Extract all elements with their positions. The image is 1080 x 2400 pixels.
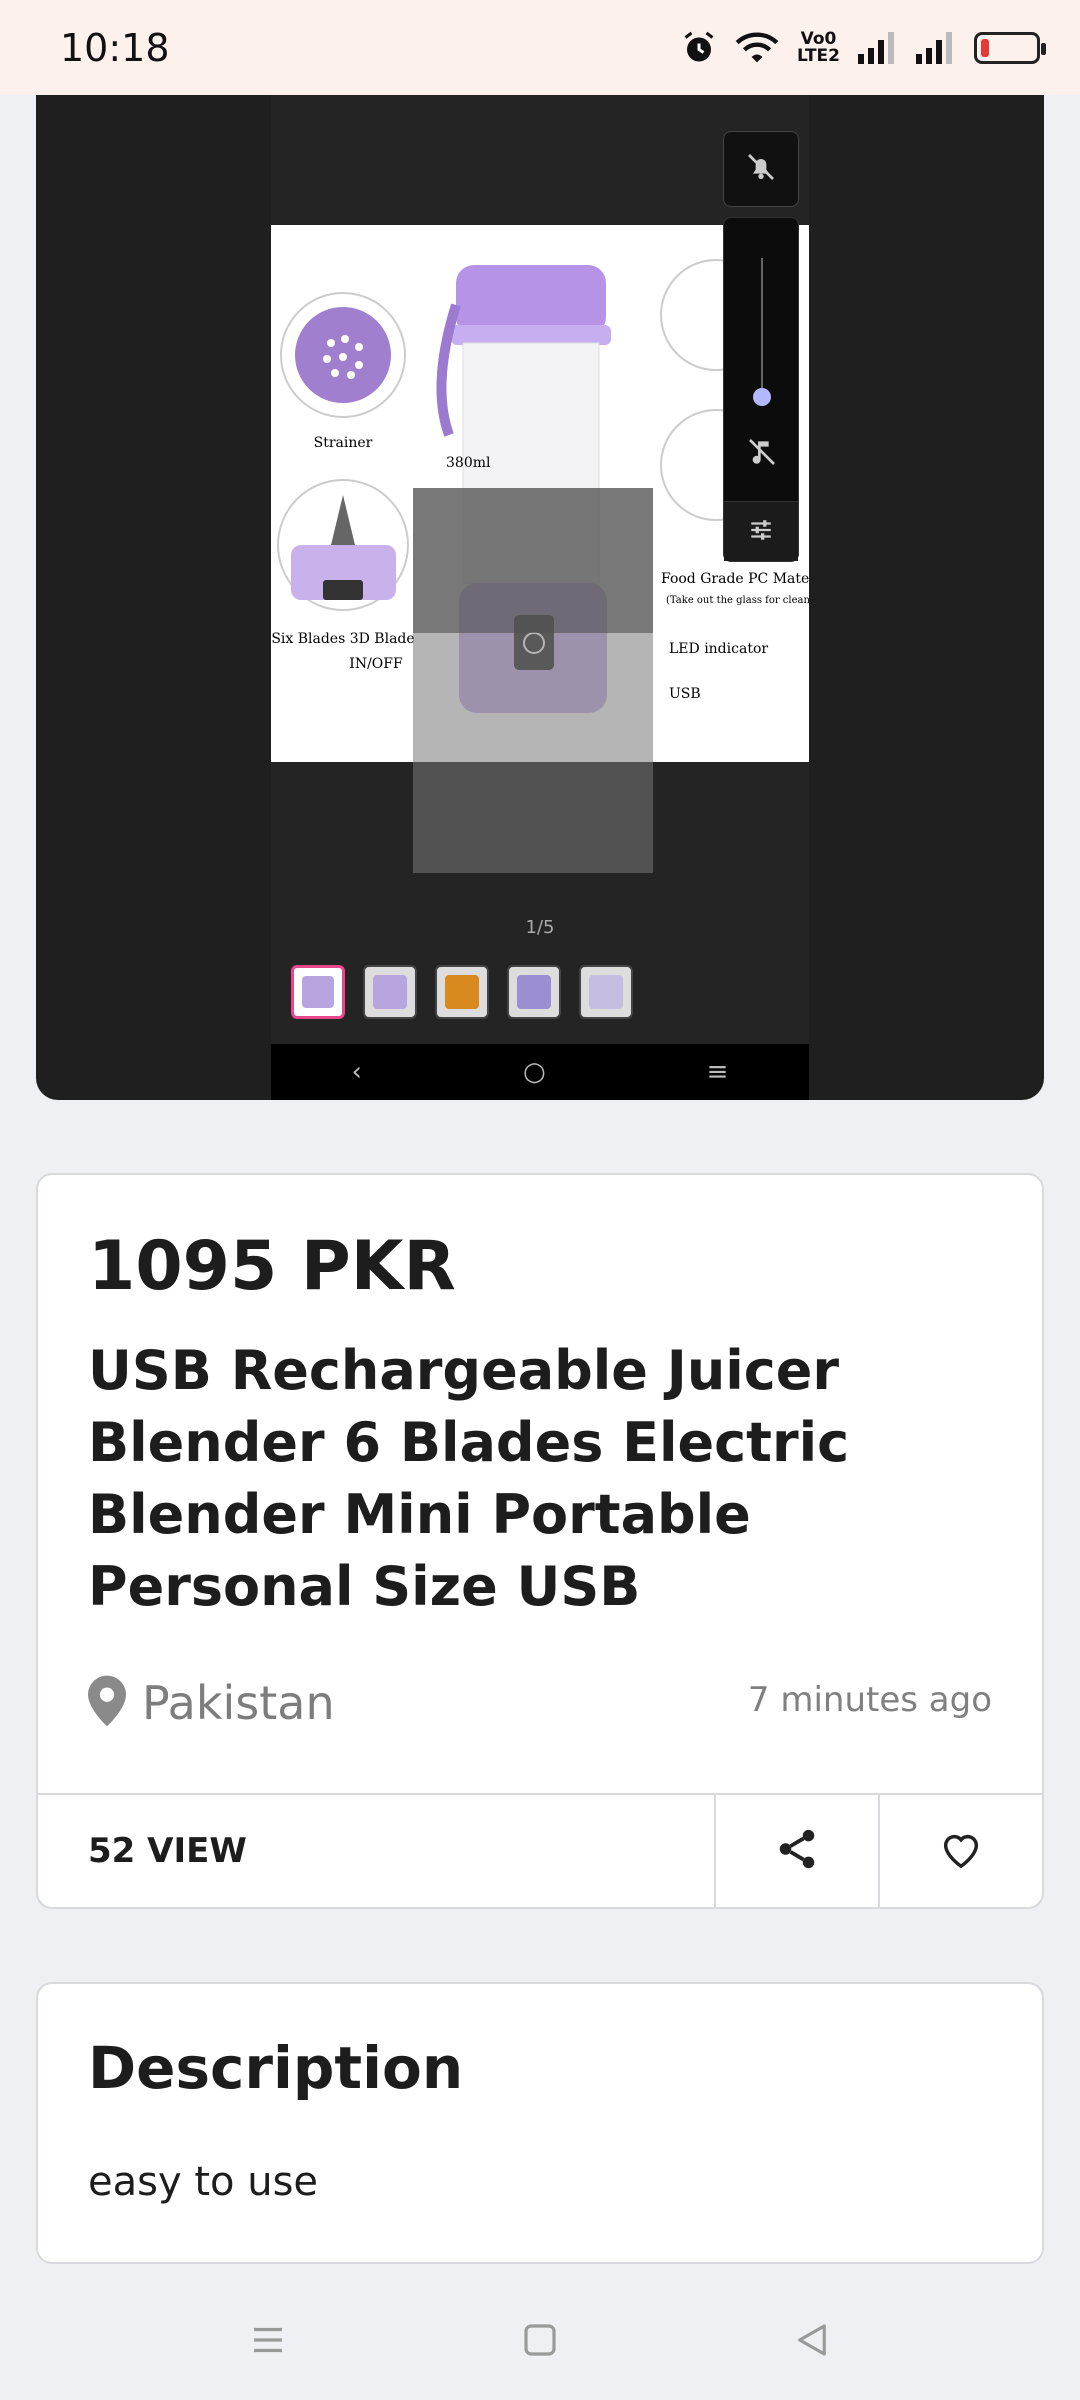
status-bar: 10:18 Vo0 LTE2 <box>0 0 1080 95</box>
location-text: Pakistan <box>142 1676 335 1730</box>
triangle-back-icon[interactable] <box>791 2319 833 2361</box>
volume-track[interactable] <box>761 258 763 398</box>
thumbnail-3[interactable] <box>435 965 489 1019</box>
signal-icon-sim1 <box>858 31 898 64</box>
product-image-gallery[interactable]: Strainer Six Blades 3D Blade IN/OFF 380m… <box>36 95 1044 1100</box>
description-text: easy to use <box>88 2159 319 2205</box>
svg-text:380ml: 380ml <box>446 455 491 471</box>
product-actions: 52 VIEW <box>38 1793 1042 1907</box>
status-icons: Vo0 LTE2 <box>681 28 1046 66</box>
favorite-button[interactable] <box>878 1795 1042 1907</box>
thumbnail-5[interactable] <box>579 965 633 1019</box>
description-card: Description easy to use <box>36 1982 1044 2264</box>
status-time: 10:18 <box>60 25 170 70</box>
product-title: USB Rechargeable Juicer Blender 6 Blades… <box>88 1339 850 1618</box>
product-info-card: 1095 PKR USB Rechargeable Juicer Blender… <box>36 1173 1044 1909</box>
product-price: 1095 PKR <box>88 1227 456 1306</box>
description-heading: Description <box>88 2034 464 2102</box>
view-count: 52 VIEW <box>88 1831 247 1871</box>
share-icon <box>774 1826 820 1876</box>
floating-preview-header <box>413 488 653 633</box>
map-pin-icon <box>88 1675 126 1731</box>
product-location: Pakistan <box>88 1675 335 1731</box>
signal-icon-sim2 <box>916 31 956 64</box>
svg-text:Strainer: Strainer <box>314 435 373 451</box>
svg-text:(Take out the glass for cleani: (Take out the glass for cleaning) <box>666 595 809 606</box>
product-screenshot: Strainer Six Blades 3D Blade IN/OFF 380m… <box>271 95 834 1100</box>
svg-text:Six Blades 3D Blade: Six Blades 3D Blade <box>271 631 414 647</box>
system-nav-bar <box>0 2280 1080 2400</box>
svg-text:Food Grade PC Material: Food Grade PC Material <box>661 571 809 587</box>
thumbnail-1[interactable] <box>291 965 345 1019</box>
battery-level <box>981 38 989 57</box>
bell-off-icon <box>745 151 777 187</box>
wifi-icon <box>735 30 779 66</box>
floating-preview-overlay <box>413 488 653 873</box>
svg-text:USB: USB <box>669 686 701 702</box>
menu-lines-icon: ≡ <box>706 1057 729 1087</box>
screenshot-nav-bar: ‹ ○ ≡ <box>271 1044 809 1100</box>
menu-icon[interactable] <box>247 2319 289 2361</box>
volume-slider-knob[interactable] <box>753 388 771 406</box>
svg-text:LED indicator: LED indicator <box>669 641 768 657</box>
mute-toggle-button[interactable] <box>723 131 799 207</box>
volume-settings-button[interactable] <box>724 501 798 561</box>
thumbnail-strip <box>291 965 633 1019</box>
home-circle-icon: ○ <box>522 1057 546 1087</box>
heart-icon <box>938 1826 984 1876</box>
sliders-icon <box>748 517 774 547</box>
volte-icon: Vo0 LTE2 <box>796 28 840 66</box>
battery-icon <box>974 31 1046 64</box>
music-off-icon[interactable] <box>746 436 778 472</box>
alarm-icon <box>681 30 717 66</box>
share-button[interactable] <box>714 1795 878 1907</box>
image-page-counter: 1/5 <box>525 917 555 938</box>
square-home-icon[interactable] <box>519 2319 561 2361</box>
thumbnail-2[interactable] <box>363 965 417 1019</box>
posted-time: 7 minutes ago <box>747 1680 992 1720</box>
volume-panel[interactable] <box>723 217 799 562</box>
back-chevron-icon: ‹ <box>351 1057 362 1087</box>
thumbnail-4[interactable] <box>507 965 561 1019</box>
svg-text:IN/OFF: IN/OFF <box>349 656 403 672</box>
